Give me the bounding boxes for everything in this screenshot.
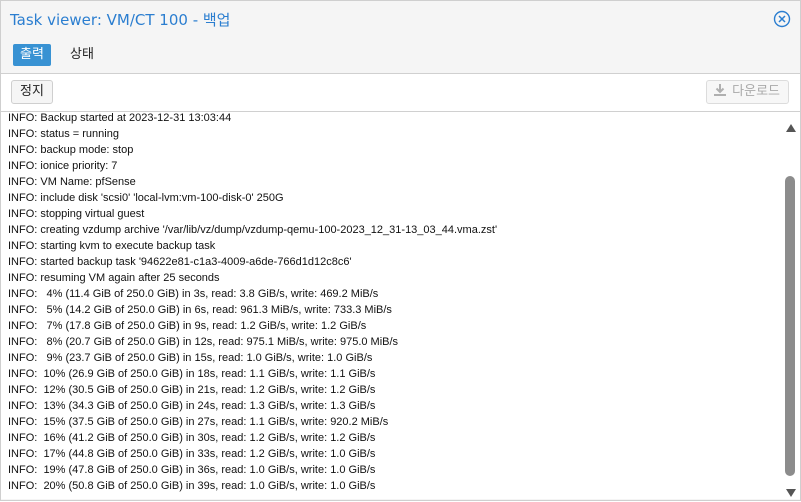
log-line: INFO: started backup task '94622e81-c1a3… [8, 256, 352, 268]
download-button-label: 다운로드 [732, 84, 780, 99]
window-title: Task viewer: VM/CT 100 - 백업 [10, 11, 231, 29]
tab-status[interactable]: 상태 [63, 44, 101, 66]
log-line: INFO: 19% (47.8 GiB of 250.0 GiB) in 36s… [8, 464, 376, 476]
log-line: INFO: Backup started at 2023-12-31 13:03… [8, 112, 232, 124]
log-line: INFO: 8% (20.7 GiB of 250.0 GiB) in 12s,… [8, 336, 399, 348]
stop-button-label: 정지 [20, 84, 44, 99]
log-line: INFO: resuming VM again after 25 seconds [8, 272, 220, 284]
log-line: INFO: 7% (17.8 GiB of 250.0 GiB) in 9s, … [8, 320, 367, 332]
log-line: INFO: 10% (26.9 GiB of 250.0 GiB) in 18s… [8, 368, 376, 380]
close-icon[interactable] [773, 10, 791, 28]
log-line: INFO: VM Name: pfSense [8, 176, 136, 188]
log-line: INFO: 4% (11.4 GiB of 250.0 GiB) in 3s, … [8, 288, 379, 300]
log-line: INFO: 5% (14.2 GiB of 250.0 GiB) in 6s, … [8, 304, 392, 316]
vertical-scrollbar[interactable] [782, 112, 800, 499]
task-viewer-window: Task viewer: VM/CT 100 - 백업 출력 상태 정지 다운로… [0, 0, 801, 501]
log-line: INFO: 13% (34.3 GiB of 250.0 GiB) in 24s… [8, 400, 376, 412]
log-output[interactable]: INFO: Backup started at 2023-12-31 13:03… [1, 112, 782, 499]
log-line: INFO: 20% (50.8 GiB of 250.0 GiB) in 39s… [8, 480, 376, 492]
stop-button[interactable]: 정지 [11, 80, 53, 104]
scrollbar-thumb[interactable] [785, 176, 795, 476]
window-titlebar: Task viewer: VM/CT 100 - 백업 [1, 1, 800, 37]
log-line: INFO: stopping virtual guest [8, 208, 145, 220]
log-line: INFO: starting kvm to execute backup tas… [8, 240, 216, 252]
download-icon [714, 84, 727, 96]
log-line: INFO: 9% (23.7 GiB of 250.0 GiB) in 15s,… [8, 352, 373, 364]
arrow-up-icon[interactable] [785, 118, 797, 132]
tab-bar: 출력 상태 [1, 37, 800, 74]
log-line: INFO: 15% (37.5 GiB of 250.0 GiB) in 27s… [8, 416, 389, 428]
log-line: INFO: 12% (30.5 GiB of 250.0 GiB) in 21s… [8, 384, 376, 396]
log-line: INFO: 17% (44.8 GiB of 250.0 GiB) in 33s… [8, 448, 376, 460]
arrow-down-icon[interactable] [785, 483, 797, 497]
log-line: INFO: backup mode: stop [8, 144, 134, 156]
toolbar: 정지 다운로드 [1, 74, 800, 112]
tab-output[interactable]: 출력 [13, 44, 51, 66]
log-line: INFO: 16% (41.2 GiB of 250.0 GiB) in 30s… [8, 432, 376, 444]
log-line: INFO: status = running [8, 128, 119, 140]
log-line: INFO: ionice priority: 7 [8, 160, 118, 172]
download-button[interactable]: 다운로드 [706, 80, 789, 104]
log-line: INFO: creating vzdump archive '/var/lib/… [8, 224, 498, 236]
log-line: INFO: include disk 'scsi0' 'local-lvm:vm… [8, 192, 284, 204]
